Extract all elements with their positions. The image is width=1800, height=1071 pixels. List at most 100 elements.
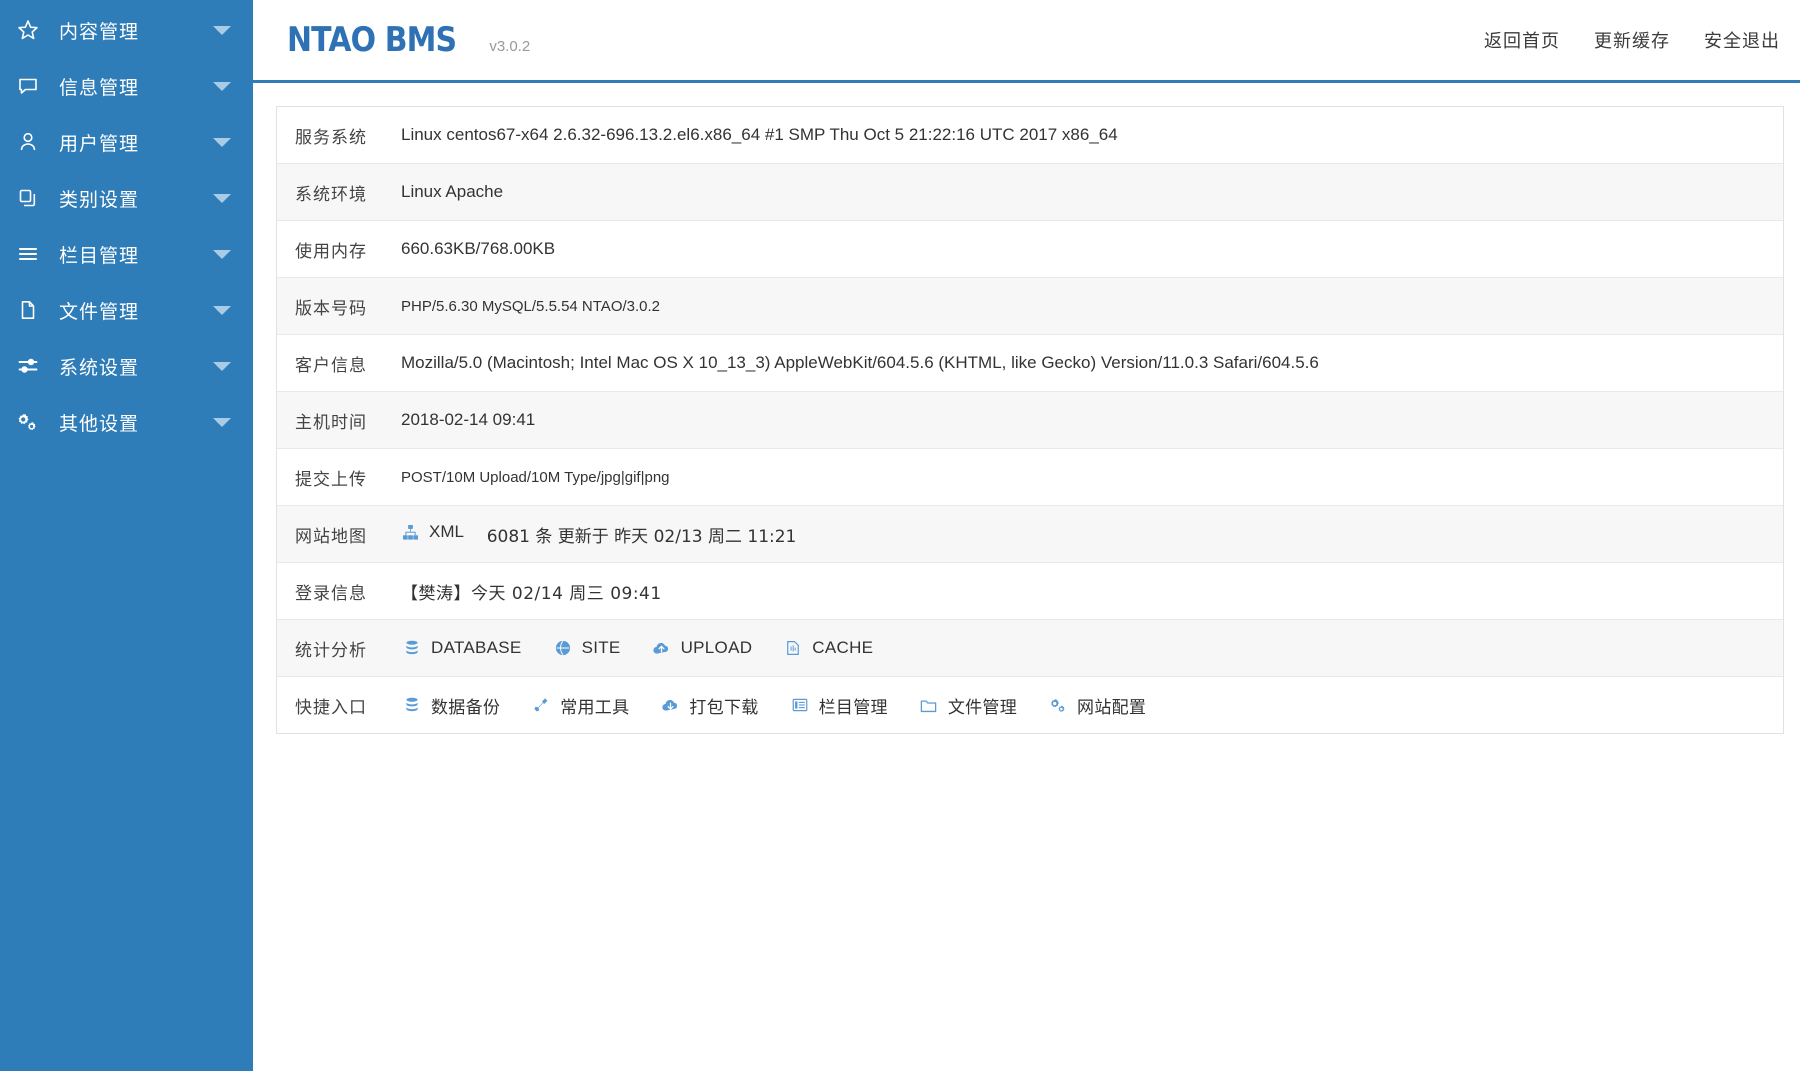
shortcut-link-download[interactable]: 打包下载 bbox=[659, 693, 758, 718]
shortcut-link-backup[interactable]: 数据备份 bbox=[401, 693, 500, 718]
stats-link-label: DATABASE bbox=[431, 638, 522, 657]
row-label: 服务系统 bbox=[295, 127, 367, 148]
stats-link-upload[interactable]: UPLOAD bbox=[651, 638, 753, 658]
table-row: 提交上传 POST/10M Upload/10M Type/jpg|gif|pn… bbox=[277, 449, 1783, 506]
columns-icon bbox=[789, 695, 811, 715]
back-home-link[interactable]: 返回首页 bbox=[1484, 27, 1560, 53]
chevron-down-icon[interactable] bbox=[213, 25, 231, 35]
chevron-down-icon[interactable] bbox=[213, 249, 231, 259]
sidebar-item-file[interactable]: 文件管理 bbox=[0, 282, 253, 338]
gears-icon bbox=[16, 410, 46, 434]
chevron-down-icon[interactable] bbox=[213, 361, 231, 371]
logout-link[interactable]: 安全退出 bbox=[1704, 27, 1780, 53]
shortcut-link-files[interactable]: 文件管理 bbox=[918, 693, 1017, 718]
chevron-down-icon[interactable] bbox=[213, 137, 231, 147]
table-row-shortcuts: 快捷入口 数据备份 常用工具 打包下载 栏目管理 文件管理 网站配置 bbox=[277, 677, 1783, 734]
main-area: NTAO BMS v3.0.2 返回首页 更新缓存 安全退出 服务系统 Linu… bbox=[253, 0, 1800, 1071]
sidebar-item-system[interactable]: 系统设置 bbox=[0, 338, 253, 394]
chevron-down-icon[interactable] bbox=[213, 81, 231, 91]
row-label: 使用内存 bbox=[295, 241, 367, 262]
sidebar-item-label: 系统设置 bbox=[59, 356, 140, 379]
table-row-stats: 统计分析 DATABASE SITE UPLOAD CACHE bbox=[277, 620, 1783, 677]
stats-link-label: UPLOAD bbox=[680, 638, 753, 657]
stats-link-label: SITE bbox=[581, 638, 621, 657]
shortcut-link-columns[interactable]: 栏目管理 bbox=[789, 693, 888, 718]
row-value: Linux Apache bbox=[401, 182, 504, 201]
row-value: POST/10M Upload/10M Type/jpg|gif|png bbox=[401, 468, 670, 486]
sidebar-item-label: 信息管理 bbox=[59, 76, 140, 99]
table-row-login: 登录信息 【樊涛】今天 02/14 周三 09:41 bbox=[277, 563, 1783, 620]
row-value: XML 6081 条 更新于 昨天 02/13 周二 11:21 bbox=[399, 522, 1783, 547]
cloud-upload-icon bbox=[651, 638, 673, 658]
row-label: 提交上传 bbox=[295, 469, 367, 490]
row-label: 快捷入口 bbox=[295, 697, 367, 718]
sidebar-item-content[interactable]: 内容管理 bbox=[0, 2, 253, 58]
sidebar-item-label: 栏目管理 bbox=[59, 244, 140, 267]
top-header: NTAO BMS v3.0.2 返回首页 更新缓存 安全退出 bbox=[253, 0, 1800, 83]
copy-icon bbox=[16, 186, 46, 210]
database-icon bbox=[401, 695, 423, 715]
brand-version: v3.0.2 bbox=[489, 38, 531, 55]
shortcut-link-label: 网站配置 bbox=[1077, 697, 1147, 718]
shortcut-link-siteconfig[interactable]: 网站配置 bbox=[1047, 693, 1146, 718]
stats-link-cache[interactable]: CACHE bbox=[782, 638, 873, 658]
table-row: 主机时间 2018-02-14 09:41 bbox=[277, 392, 1783, 449]
file-icon bbox=[16, 298, 46, 322]
stats-link-label: CACHE bbox=[812, 638, 874, 657]
shortcut-links: 数据备份 常用工具 打包下载 栏目管理 文件管理 网站配置 bbox=[399, 693, 1783, 718]
page-root: 内容管理 信息管理 用户管理 类别设置 栏目管理 文件管理 系统设置 其他设置 … bbox=[0, 0, 1800, 1071]
sidebar-item-category[interactable]: 类别设置 bbox=[0, 170, 253, 226]
row-value: Mozilla/5.0 (Macintosh; Intel Mac OS X 1… bbox=[401, 353, 1319, 372]
globe-icon bbox=[552, 638, 574, 658]
table-row: 使用内存 660.63KB/768.00KB bbox=[277, 221, 1783, 278]
sidebar: 内容管理 信息管理 用户管理 类别设置 栏目管理 文件管理 系统设置 其他设置 bbox=[0, 0, 253, 1071]
sidebar-item-column[interactable]: 栏目管理 bbox=[0, 226, 253, 282]
sidebar-item-label: 文件管理 bbox=[59, 300, 140, 323]
shortcut-link-label: 常用工具 bbox=[560, 697, 630, 718]
chevron-down-icon[interactable] bbox=[213, 305, 231, 315]
row-value: 660.63KB/768.00KB bbox=[401, 239, 556, 258]
sidebar-item-label: 其他设置 bbox=[59, 412, 140, 435]
row-label: 系统环境 bbox=[295, 184, 367, 205]
table-row: 系统环境 Linux Apache bbox=[277, 164, 1783, 221]
chevron-down-icon[interactable] bbox=[213, 417, 231, 427]
row-label: 版本号码 bbox=[295, 298, 367, 319]
folder-icon bbox=[918, 695, 940, 715]
row-value: PHP/5.6.30 MySQL/5.5.54 NTAO/3.0.2 bbox=[401, 297, 661, 315]
comment-icon bbox=[16, 74, 46, 98]
sidebar-item-user[interactable]: 用户管理 bbox=[0, 114, 253, 170]
cache-file-icon bbox=[782, 638, 804, 658]
row-value: Linux centos67-x64 2.6.32-696.13.2.el6.x… bbox=[401, 125, 1118, 144]
table-row-sitemap: 网站地图 XML 6081 条 更新于 昨天 02/13 周二 11:21 bbox=[277, 506, 1783, 563]
shortcut-link-label: 栏目管理 bbox=[818, 697, 888, 718]
shortcut-link-tools[interactable]: 常用工具 bbox=[530, 693, 629, 718]
sidebar-item-other[interactable]: 其他设置 bbox=[0, 394, 253, 450]
sidebar-item-message[interactable]: 信息管理 bbox=[0, 58, 253, 114]
sitemap-xml-link[interactable]: XML bbox=[401, 522, 464, 542]
cloud-download-icon bbox=[659, 695, 681, 715]
database-icon bbox=[401, 638, 423, 658]
sidebar-item-label: 内容管理 bbox=[59, 20, 140, 43]
user-icon bbox=[16, 130, 46, 154]
row-label: 统计分析 bbox=[295, 640, 367, 661]
list-icon bbox=[16, 242, 46, 266]
chevron-down-icon[interactable] bbox=[213, 193, 231, 203]
row-value: 2018-02-14 09:41 bbox=[401, 410, 536, 429]
sidebar-item-label: 用户管理 bbox=[59, 132, 140, 155]
wrench-icon bbox=[530, 695, 552, 715]
refresh-cache-link[interactable]: 更新缓存 bbox=[1594, 27, 1670, 53]
shortcut-link-label: 文件管理 bbox=[947, 697, 1018, 718]
brand-name: NTAO BMS bbox=[287, 20, 457, 60]
star-icon bbox=[16, 18, 46, 42]
sitemap-icon bbox=[401, 523, 420, 542]
stats-link-database[interactable]: DATABASE bbox=[401, 638, 522, 658]
stats-links: DATABASE SITE UPLOAD CACHE bbox=[399, 638, 1783, 658]
row-label: 客户信息 bbox=[295, 355, 367, 376]
sliders-icon bbox=[16, 354, 46, 378]
stats-link-site[interactable]: SITE bbox=[552, 638, 621, 658]
sitemap-detail: 6081 条 更新于 昨天 02/13 周二 11:21 bbox=[486, 526, 797, 547]
gears-icon bbox=[1047, 695, 1069, 715]
brand-logo[interactable]: NTAO BMS v3.0.2 bbox=[287, 20, 530, 60]
header-links: 返回首页 更新缓存 安全退出 bbox=[1484, 27, 1780, 53]
sitemap-xml-label: XML bbox=[429, 522, 464, 541]
